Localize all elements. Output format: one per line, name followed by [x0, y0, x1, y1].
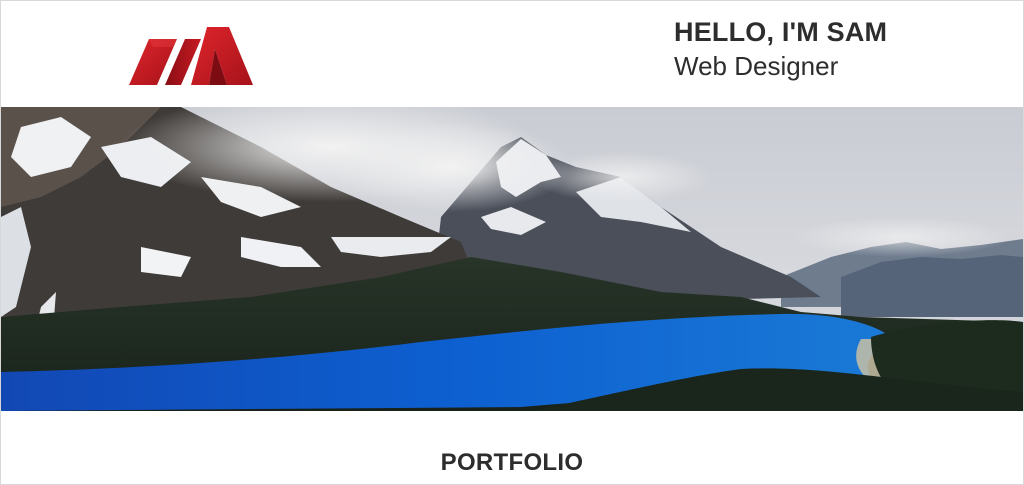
- brand-logo-icon[interactable]: [129, 23, 253, 87]
- portfolio-heading: PORTFOLIO: [440, 449, 584, 476]
- hero-banner-image: [1, 107, 1023, 411]
- page: HELLO, I'M SAM Web Designer PORTFOLIO: [0, 0, 1024, 485]
- site-header: HELLO, I'M SAM Web Designer: [1, 1, 1023, 107]
- intro-block: HELLO, I'M SAM Web Designer: [674, 15, 887, 83]
- job-title: Web Designer: [674, 51, 839, 81]
- greeting-heading: HELLO, I'M SAM: [674, 17, 888, 47]
